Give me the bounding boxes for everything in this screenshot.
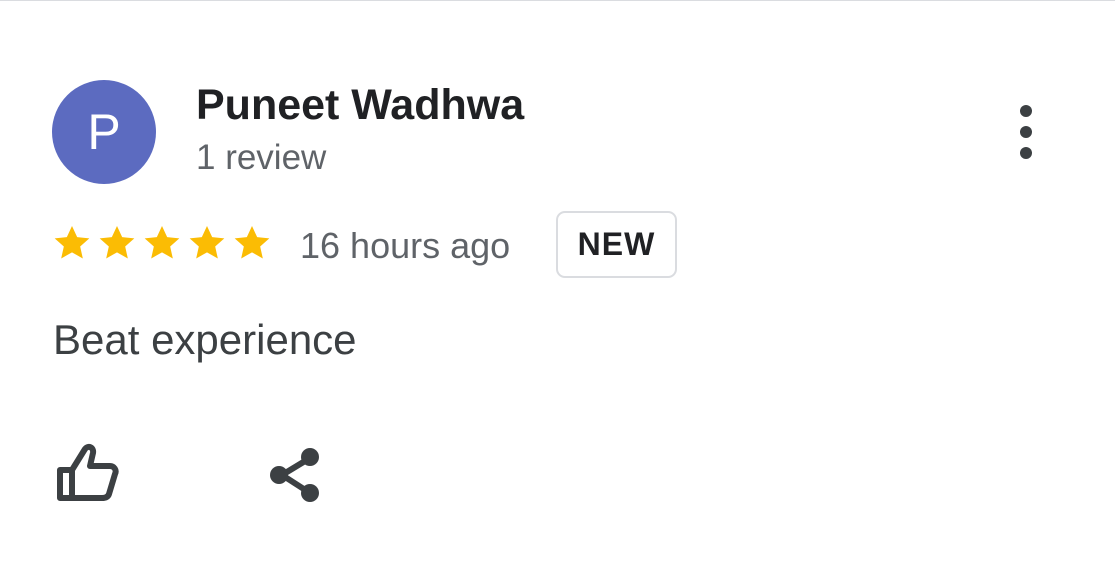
thumb-up-outline-icon <box>57 443 119 501</box>
like-button[interactable] <box>50 441 122 505</box>
review-time: 16 hours ago <box>300 225 511 266</box>
star-icon <box>142 223 182 263</box>
avatar-initial: P <box>87 104 121 160</box>
star-icon <box>232 223 272 263</box>
share-icon <box>270 448 319 502</box>
star-icon <box>52 223 92 263</box>
star-icon <box>97 223 137 263</box>
more-vert-icon-dot <box>1020 147 1032 159</box>
share-button[interactable] <box>260 441 330 507</box>
reviewer-name[interactable]: Puneet Wadhwa <box>196 81 524 129</box>
more-vert-icon <box>1020 105 1032 117</box>
reviewer-review-count: 1 review <box>196 138 327 177</box>
review-text: Beat experience <box>53 316 357 363</box>
star-rating <box>52 223 272 263</box>
review-card: P Puneet Wadhwa 1 review 16 hours ago NE… <box>0 0 1115 577</box>
more-options-button[interactable] <box>1002 99 1050 165</box>
avatar[interactable]: P <box>52 80 156 184</box>
new-badge: NEW <box>556 211 677 278</box>
more-vert-icon-dot <box>1020 126 1032 138</box>
star-icon <box>187 223 227 263</box>
new-badge-label: NEW <box>577 226 656 262</box>
